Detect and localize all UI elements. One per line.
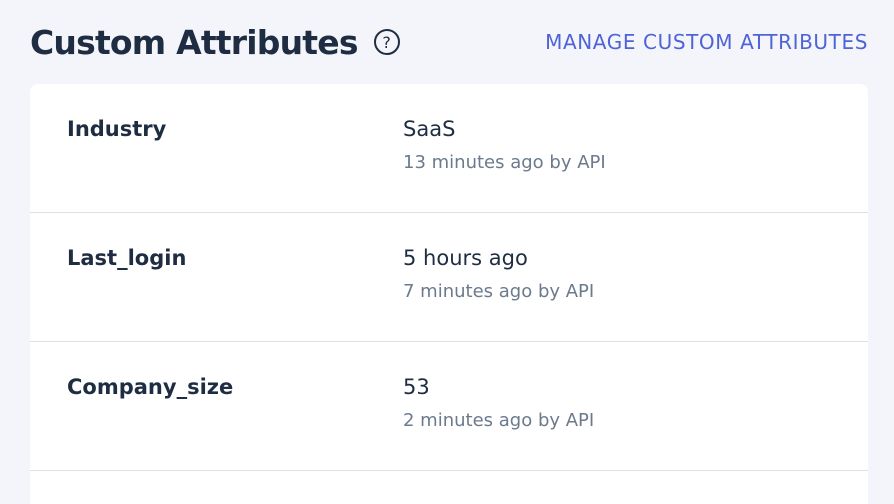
attribute-row-company-size: Company_size 53 2 minutes ago by API (30, 342, 868, 471)
attribute-row-last-login: Last_login 5 hours ago 7 minutes ago by … (30, 213, 868, 342)
attribute-value: 53 (403, 375, 430, 399)
attribute-name: Industry (67, 117, 167, 141)
help-icon[interactable]: ? (373, 29, 400, 55)
attribute-name: Company_size (67, 375, 234, 399)
attribute-updated-meta: 13 minutes ago by API (403, 152, 606, 173)
manage-custom-attributes-link[interactable]: MANAGE CUSTOM ATTRIBUTES (545, 30, 868, 54)
attribute-row-industry: Industry SaaS 13 minutes ago by API (30, 84, 868, 213)
attribute-updated-meta: 7 minutes ago by API (403, 281, 595, 302)
custom-attributes-header: Custom Attributes ? MANAGE CUSTOM ATTRIB… (30, 0, 868, 84)
page-title: Custom Attributes (30, 22, 358, 62)
attribute-value: SaaS (403, 117, 456, 141)
attributes-card: Industry SaaS 13 minutes ago by API Last… (30, 84, 868, 504)
attribute-updated-meta: 2 minutes ago by API (403, 410, 595, 431)
attribute-value: 5 hours ago (403, 246, 528, 270)
attribute-name: Last_login (67, 246, 187, 270)
header-title-group: Custom Attributes ? (30, 23, 400, 62)
